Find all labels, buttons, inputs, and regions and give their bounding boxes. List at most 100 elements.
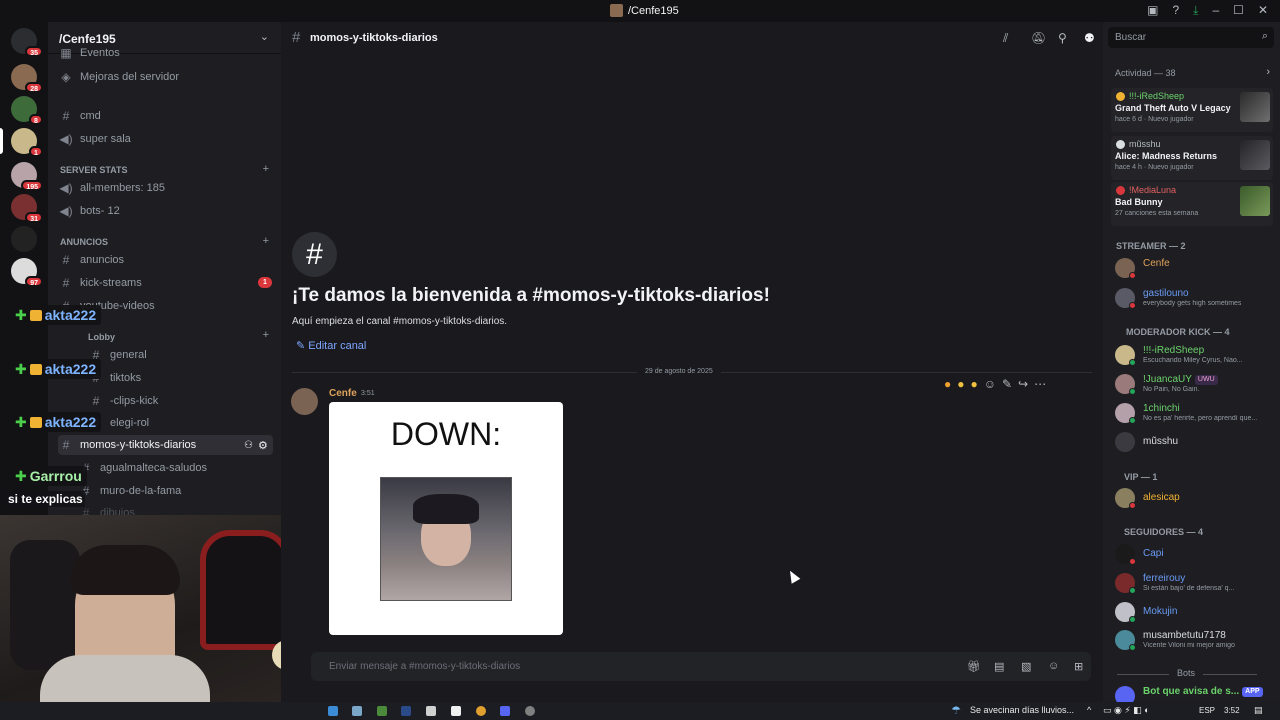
channel-momos-selected[interactable]: # momos-y-tiktoks-diarios ⚇ ⚙	[58, 435, 273, 455]
gift-icon[interactable]: 🎁︎	[967, 660, 981, 673]
server-icon-active[interactable]: 1	[0, 128, 43, 157]
server-icon[interactable]: 195	[11, 162, 43, 191]
notifications-muted-icon[interactable]: 🔕︎	[1031, 31, 1046, 45]
notification-badge: 31	[25, 212, 43, 223]
app-icon[interactable]	[426, 706, 436, 716]
emoji-icon[interactable]: ☺	[1048, 660, 1059, 672]
weather-text[interactable]: Se avecinan días lluvios...	[970, 705, 1074, 715]
channel-cmd[interactable]: # cmd	[58, 106, 273, 126]
plus-icon: ✚	[15, 306, 27, 323]
download-icon[interactable]: ⤓	[1193, 3, 1198, 18]
members-icon[interactable]: ⚉	[1084, 31, 1095, 45]
hash-icon: #	[92, 394, 100, 408]
reaction-fire-icon[interactable]: ●	[944, 377, 951, 391]
windows-start-icon[interactable]	[328, 706, 338, 716]
message-composer[interactable]: Enviar mensaje a #momos-y-tiktoks-diario…	[311, 652, 1091, 681]
discord-taskbar-icon[interactable]	[500, 706, 510, 716]
activities-icon[interactable]: ⊞	[1074, 660, 1083, 673]
reaction-pray-icon[interactable]: ●	[971, 377, 978, 391]
threads-icon[interactable]: ⫽	[1003, 31, 1008, 46]
add-channel-icon[interactable]: +	[263, 235, 269, 247]
server-icon[interactable]: 8	[11, 96, 43, 125]
reaction-sad-icon[interactable]: ●	[957, 377, 964, 391]
help-icon[interactable]: ?	[1172, 3, 1179, 18]
message-author[interactable]: Cenfe	[329, 388, 357, 399]
category-lobby[interactable]: Lobby	[88, 332, 115, 342]
edit-channel-link[interactable]: ✎ Editar canal	[296, 339, 366, 352]
member-item[interactable]: Cenfe	[1115, 256, 1275, 280]
chrome-icon[interactable]	[476, 706, 486, 716]
server-avatar-icon	[610, 4, 623, 17]
add-reaction-icon[interactable]: ☺	[984, 377, 996, 391]
minimize-icon[interactable]: –	[1212, 3, 1219, 18]
app-icon[interactable]	[377, 706, 387, 716]
invite-icon[interactable]: ⚇	[244, 440, 253, 451]
chevron-right-icon[interactable]: ›	[1266, 66, 1270, 78]
maximize-icon[interactable]: ☐	[1233, 3, 1244, 18]
member-item[interactable]: !JuancaUY UWU No Pain, No Gain.	[1115, 372, 1275, 396]
pin-icon[interactable]: ⚲	[1058, 31, 1067, 45]
member-item[interactable]: mũsshu	[1115, 430, 1275, 454]
add-channel-icon[interactable]: +	[263, 329, 269, 341]
message-image-attachment[interactable]: DOWN:	[329, 402, 563, 635]
close-icon[interactable]: ✕	[1258, 3, 1268, 18]
steam-icon[interactable]	[401, 706, 411, 716]
category-server-stats[interactable]: SERVER STATS	[60, 165, 128, 175]
activity-card[interactable]: !MediaLuna Bad Bunny 27 canciones esta s…	[1111, 182, 1273, 226]
gif-icon[interactable]: ▤	[994, 660, 1004, 673]
activity-title[interactable]: Actividad — 38	[1115, 68, 1176, 78]
member-item[interactable]: musambetutu7178 Vicente Viloni mi mejor …	[1115, 628, 1275, 652]
member-item[interactable]: Mokujin	[1115, 600, 1275, 624]
discord-home-icon[interactable]: 35	[11, 28, 43, 57]
sticker-icon[interactable]: ▧	[1021, 660, 1031, 673]
language-indicator[interactable]: ESP	[1199, 706, 1215, 715]
activity-card[interactable]: !!!-iRedSheep Grand Theft Auto V Legacy …	[1111, 88, 1273, 132]
clock[interactable]: 3:52	[1224, 706, 1240, 715]
channel-anuncios[interactable]: # anuncios	[58, 250, 273, 270]
member-item[interactable]: 1chinchi No es pa' herirte, pero aprendí…	[1115, 401, 1275, 425]
activity-card[interactable]: mũsshu Alice: Madness Returns hace 4 h ·…	[1111, 136, 1273, 180]
search-input[interactable]: Buscar ⌕	[1108, 27, 1274, 48]
channel-agualmalteca[interactable]: #agualmalteca-saludos	[58, 458, 273, 478]
member-item[interactable]: alesicap	[1115, 486, 1275, 510]
server-icon[interactable]: 28	[11, 64, 43, 93]
member-name: Bot que avisa de s...	[1143, 686, 1240, 697]
more-icon[interactable]: ⋯	[1034, 377, 1046, 391]
reply-icon[interactable]: ↪	[1018, 377, 1028, 391]
inbox-icon[interactable]: ▣	[1147, 3, 1158, 18]
hash-icon: #	[62, 438, 70, 452]
app-icon[interactable]	[451, 706, 461, 716]
search-taskbar-icon[interactable]	[352, 706, 362, 716]
channel-kick-streams[interactable]: # kick-streams 1	[58, 273, 273, 293]
category-anuncios[interactable]: ANUNCIOS	[60, 237, 108, 247]
avatar[interactable]	[291, 388, 318, 415]
member-status-text: Vicente Viloni mi mejor amigo	[1143, 642, 1235, 649]
tray-chevron-icon[interactable]: ^	[1087, 705, 1091, 715]
member-item[interactable]: gastilouno everybody gets high sometimes	[1115, 286, 1275, 310]
notifications-icon[interactable]: ▤	[1254, 705, 1263, 716]
channel-bots[interactable]: ◀) bots- 12	[58, 201, 273, 221]
obs-icon[interactable]	[525, 706, 535, 716]
channel-events[interactable]: ▦ Eventos	[58, 46, 273, 60]
channel-muro-de-la-fama[interactable]: # muro-de-la-fama	[58, 481, 273, 501]
member-item[interactable]: !!!-iRedSheep Escuchando Miley Cyrus, Na…	[1115, 343, 1275, 367]
channel-clips-kick[interactable]: # -clips-kick	[58, 391, 273, 411]
edit-icon[interactable]: ✎	[1002, 377, 1012, 391]
tray-icons[interactable]: ▭ ◉ ⚡ ◧ ◐	[1103, 705, 1150, 716]
activity-game: Grand Theft Auto V Legacy	[1115, 103, 1231, 113]
webcam-overlay	[0, 515, 312, 702]
server-icon[interactable]: 97	[11, 258, 43, 287]
server-icon[interactable]	[11, 226, 37, 252]
gear-icon[interactable]: ⚙	[258, 439, 268, 452]
activity-game: Alice: Madness Returns	[1115, 151, 1218, 161]
add-channel-icon[interactable]: +	[263, 163, 269, 175]
channel-boosts[interactable]: ◈ Mejoras del servidor	[58, 67, 273, 87]
channel-super-sala[interactable]: ◀) super sala	[58, 129, 273, 149]
channel-all-members[interactable]: ◀) all-members: 185	[58, 178, 273, 198]
member-item[interactable]: Capi	[1115, 542, 1275, 566]
member-item[interactable]: ferreirouy Si están bajo' de defensa' q.…	[1115, 571, 1275, 595]
channel-label: bots- 12	[80, 205, 120, 217]
overlay-username: akta222	[44, 307, 97, 323]
server-icon[interactable]: 31	[11, 194, 43, 223]
activity-meta: hace 6 d · Nuevo jugador	[1115, 116, 1194, 123]
